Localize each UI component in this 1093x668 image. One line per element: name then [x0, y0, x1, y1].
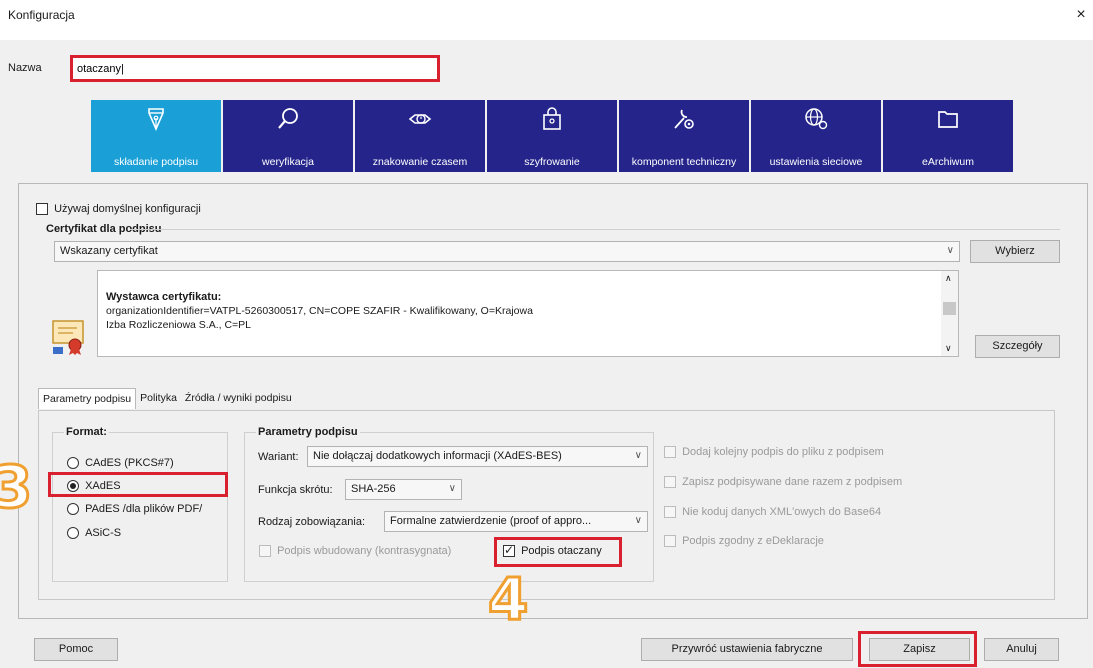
- edeklaracje-checkbox: [664, 535, 676, 548]
- signing-subtabs: Parametry podpisu Polityka Źródła / wyni…: [38, 388, 296, 409]
- add-signature-checkbox: [664, 446, 676, 459]
- certificate-select-value: Wskazany certyfikat: [60, 245, 158, 257]
- default-config-checkbox[interactable]: [36, 203, 48, 216]
- countersign-option: Podpis wbudowany (kontrasygnata): [259, 545, 452, 558]
- window-title: Konfiguracja: [8, 8, 75, 22]
- hash-select-value: SHA-256: [351, 483, 396, 495]
- format-option-asic[interactable]: ASiC-S: [67, 527, 122, 540]
- tile-label: ustawienia sieciowe: [769, 156, 863, 168]
- format-option-pades[interactable]: PAdES /dla plików PDF/: [67, 503, 203, 516]
- pades-label: PAdES /dla plików PDF/: [85, 503, 203, 515]
- reset-defaults-button[interactable]: Przywróć ustawienia fabryczne: [641, 638, 853, 661]
- tile-label: weryfikacja: [262, 156, 314, 168]
- chevron-down-icon: ∨: [448, 483, 456, 494]
- certificate-issuer-box: Wystawca certyfikatu: organizationIdenti…: [97, 270, 959, 357]
- tile-encryption[interactable]: szyfrowanie: [487, 100, 617, 172]
- chevron-down-icon: ∨: [634, 515, 642, 526]
- no-base64-checkbox: [664, 506, 676, 519]
- countersign-checkbox: [259, 545, 271, 558]
- tab-policy[interactable]: Polityka: [136, 388, 181, 409]
- format-title: Format:: [64, 426, 109, 438]
- tab-signature-params[interactable]: Parametry podpisu: [38, 388, 137, 409]
- save-data-label: Zapisz podpisywane dane razem z podpisem: [682, 476, 903, 488]
- step-marker-3: 3: [0, 453, 34, 521]
- tile-label: komponent techniczny: [631, 156, 737, 168]
- tile-label: składanie podpisu: [113, 156, 199, 168]
- tile-technical-component[interactable]: komponent techniczny: [619, 100, 749, 172]
- tile-label: eArchiwum: [922, 156, 974, 168]
- variant-label: Wariant:: [258, 451, 299, 463]
- commitment-select-value: Formalne zatwierdzenie (proof of appro..…: [390, 515, 592, 527]
- wrench-gear-icon: [674, 109, 694, 129]
- hash-label: Funkcja skrótu:: [258, 484, 333, 496]
- no-base64-label: Nie koduj danych XML'owych do Base64: [682, 506, 882, 518]
- issuer-line-2: Izba Rozliczeniowa S.A., C=PL: [106, 319, 252, 331]
- padlock-icon: [543, 107, 561, 130]
- enveloping-highlight: [494, 537, 622, 567]
- tile-signing[interactable]: składanie podpisu: [91, 100, 221, 172]
- edeklaracje-label: Podpis zgodny z eDeklaracje: [682, 535, 824, 547]
- section-divider: [130, 229, 1060, 230]
- name-label: Nazwa: [8, 62, 42, 74]
- save-data-checkbox: [664, 476, 676, 489]
- scroll-up-icon[interactable]: ∧: [945, 273, 952, 284]
- tile-verification[interactable]: weryfikacja: [223, 100, 353, 172]
- tile-label: znakowanie czasem: [372, 156, 468, 168]
- scroll-down-icon[interactable]: ∨: [945, 343, 952, 354]
- stamp-clock-icon: [408, 114, 432, 124]
- tile-network-settings[interactable]: ustawienia sieciowe: [751, 100, 881, 172]
- pen-nib-icon: [148, 108, 164, 131]
- close-icon[interactable]: ×: [1071, 6, 1091, 24]
- chevron-down-icon: ∨: [946, 245, 954, 256]
- cades-radio[interactable]: [67, 457, 79, 470]
- issuer-line-1: organizationIdentifier=VATPL-5260300517,…: [106, 305, 533, 317]
- cancel-button[interactable]: Anuluj: [984, 638, 1059, 661]
- magnifier-icon: [278, 108, 298, 129]
- default-config-label: Używaj domyślnej konfiguracji: [54, 203, 201, 215]
- cades-label: CAdES (PKCS#7): [85, 457, 174, 469]
- variant-select[interactable]: Nie dołączaj dodatkowych informacji (XAd…: [307, 446, 648, 467]
- certificate-icon: [52, 320, 84, 355]
- certificate-select[interactable]: Wskazany certyfikat ∨: [54, 241, 960, 262]
- asic-radio[interactable]: [67, 527, 79, 540]
- tab-sources-results[interactable]: Źródła / wyniki podpisu: [181, 388, 296, 409]
- folder-icon: [938, 111, 958, 128]
- title-bar: Konfiguracja ×: [0, 0, 1093, 40]
- right-option-3: Nie koduj danych XML'owych do Base64: [664, 506, 882, 519]
- right-option-1: Dodaj kolejny podpis do pliku z podpisem: [664, 446, 884, 459]
- save-highlight: [858, 631, 977, 667]
- tile-earchive[interactable]: eArchiwum: [883, 100, 1013, 172]
- chevron-down-icon: ∨: [634, 450, 642, 461]
- right-option-4: Podpis zgodny z eDeklaracje: [664, 535, 824, 548]
- tile-label: szyfrowanie: [524, 156, 580, 168]
- signature-params-title: Parametry podpisu: [256, 426, 360, 438]
- default-config-option[interactable]: Używaj domyślnej konfiguracji: [36, 203, 201, 216]
- right-option-2: Zapisz podpisywane dane razem z podpisem: [664, 476, 903, 489]
- issuer-label: Wystawca certyfikatu:: [106, 291, 222, 303]
- config-category-tiles: składanie podpisu weryfikacja znakowanie…: [91, 100, 1013, 172]
- format-option-cades[interactable]: CAdES (PKCS#7): [67, 457, 174, 470]
- add-signature-label: Dodaj kolejny podpis do pliku z podpisem: [682, 446, 884, 458]
- certificate-details-button[interactable]: Szczegóły: [975, 335, 1060, 358]
- variant-select-value: Nie dołączaj dodatkowych informacji (XAd…: [313, 450, 562, 462]
- hash-select[interactable]: SHA-256 ∨: [345, 479, 462, 500]
- step-marker-4: 4: [486, 565, 529, 633]
- issuer-scrollbar[interactable]: ∧ ∨: [941, 271, 958, 356]
- globe-gear-icon: [805, 108, 828, 130]
- configuration-window: Konfiguracja × Nazwa składanie podpisu w…: [0, 0, 1093, 668]
- countersign-label: Podpis wbudowany (kontrasygnata): [277, 545, 452, 557]
- help-button[interactable]: Pomoc: [34, 638, 118, 661]
- xades-highlight: [48, 472, 228, 497]
- name-input[interactable]: [70, 55, 440, 82]
- commitment-select[interactable]: Formalne zatwierdzenie (proof of appro..…: [384, 511, 648, 532]
- scroll-thumb[interactable]: [943, 302, 956, 315]
- pades-radio[interactable]: [67, 503, 79, 516]
- tile-timestamp[interactable]: znakowanie czasem: [355, 100, 485, 172]
- asic-label: ASiC-S: [85, 527, 122, 539]
- commitment-label: Rodzaj zobowiązania:: [258, 516, 366, 528]
- choose-certificate-button[interactable]: Wybierz: [970, 240, 1060, 263]
